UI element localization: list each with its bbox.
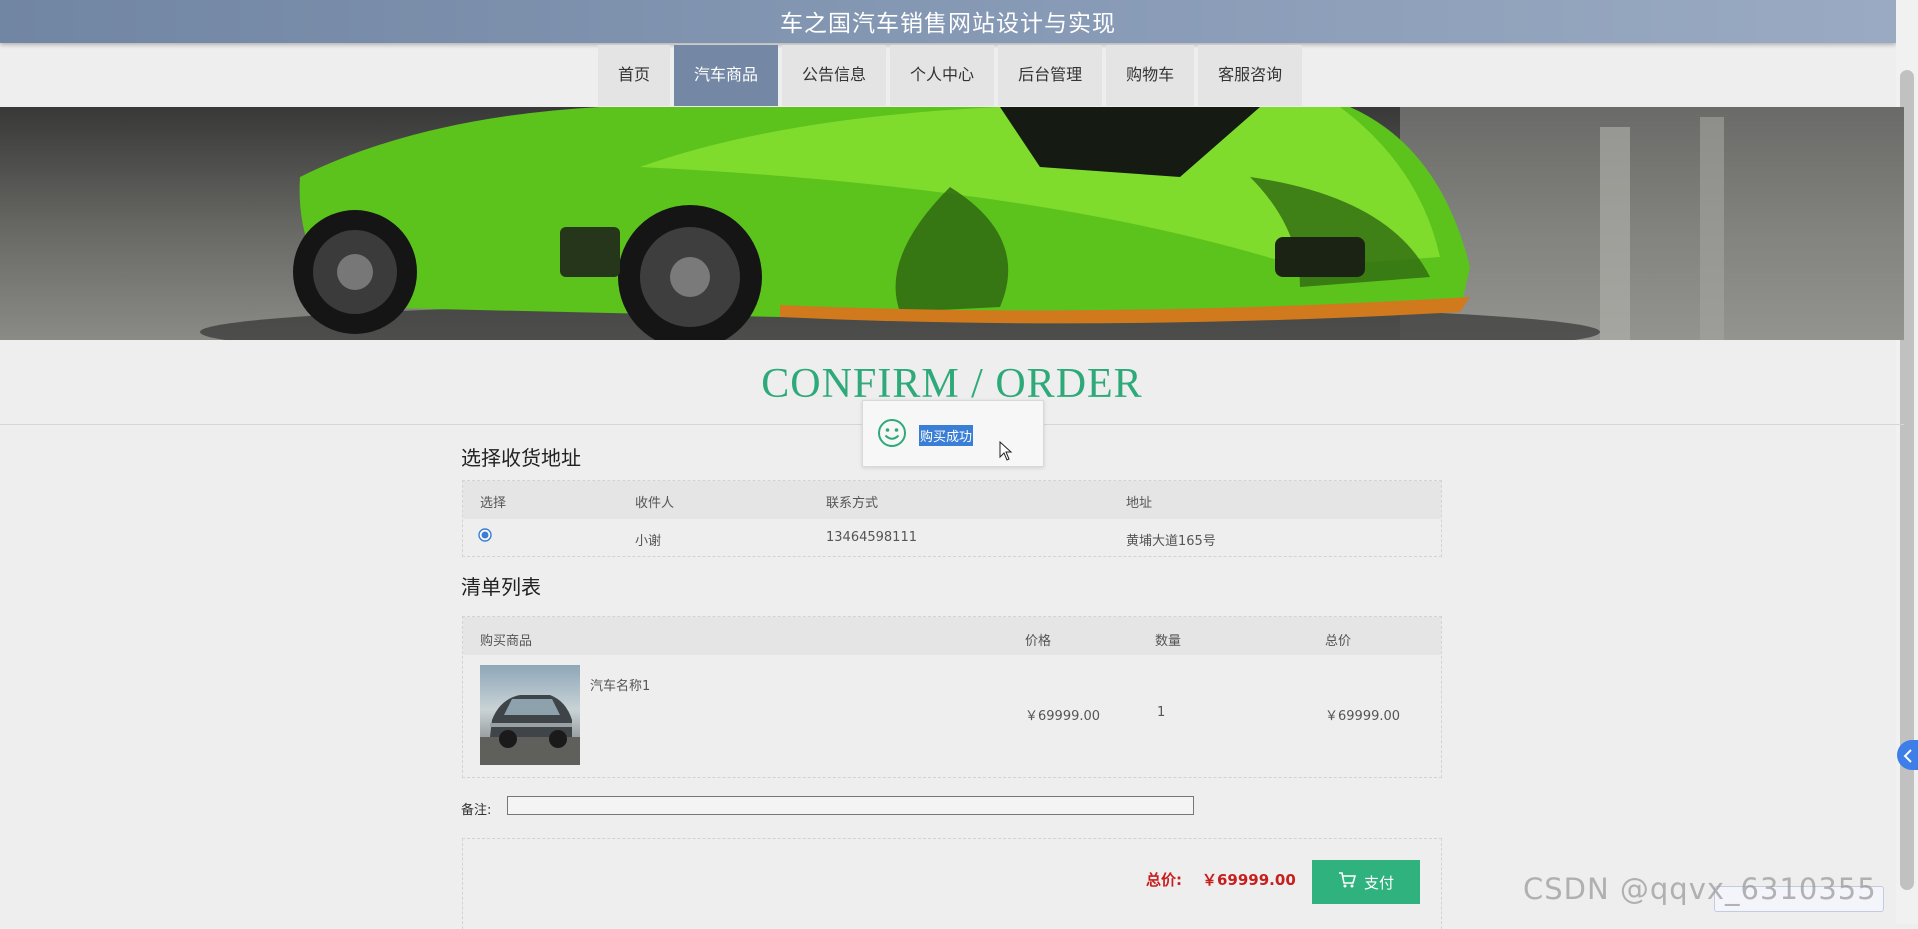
nav-item-customer-service[interactable]: 客服咨询 [1198,45,1303,106]
banner-car-image [200,107,1904,340]
nav-item-cart[interactable]: 购物车 [1106,45,1195,106]
success-toast: 购买成功 [862,400,1044,467]
address-section-title: 选择收货地址 [461,446,581,470]
main-nav: 首页 汽车商品 公告信息 个人中心 后台管理 购物车 客服咨询 [598,45,1303,106]
column-header: 价格 [1025,634,1052,649]
nav-item-personal-center[interactable]: 个人中心 [890,45,995,106]
product-price: ￥69999.00 [1025,709,1101,724]
column-header: 收件人 [635,496,675,511]
table-header: 选择 收件人 联系方式 地址 [463,481,1441,519]
site-header: 车之国汽车销售网站设计与实现 [0,0,1896,43]
total-value: ￥69999.00 [1202,871,1296,889]
pay-button[interactable]: 支付 [1312,860,1420,904]
toast-message: 购买成功 [919,425,974,446]
recipient-phone: 13464598111 [826,530,917,545]
order-table: 购买商品 价格 数量 总价 汽车名称1 ￥69999.00 1 ￥69999.0… [462,616,1442,778]
product-image[interactable] [480,665,580,765]
chevron-left-icon [1903,748,1913,767]
watermark: CSDN @qqvx_6310355 [1523,872,1877,906]
recipient-name: 小谢 [635,534,662,549]
address-table: 选择 收件人 联系方式 地址 小谢 13464598111 黄埔大道165号 [462,480,1442,557]
order-section-title: 清单列表 [461,575,541,599]
remark-label: 备注: [461,803,492,818]
column-header: 地址 [1126,496,1153,511]
address-select-radio[interactable] [478,528,492,546]
cursor-icon [999,440,1013,465]
remark-input[interactable] [507,796,1194,815]
column-header: 总价 [1325,634,1352,649]
nav-item-announcements[interactable]: 公告信息 [782,45,887,106]
hero-banner [0,107,1904,340]
column-header: 购买商品 [480,634,533,649]
nav-item-car-products[interactable]: 汽车商品 [674,45,779,106]
table-row: 汽车名称1 ￥69999.00 1 ￥69999.00 [463,655,1441,775]
product-quantity: 1 [1157,705,1166,720]
column-header: 联系方式 [826,496,879,511]
table-header: 购买商品 价格 数量 总价 [463,617,1441,655]
cart-icon [1338,872,1357,892]
nav-item-admin[interactable]: 后台管理 [998,45,1103,106]
recipient-address: 黄埔大道165号 [1126,534,1216,549]
product-name[interactable]: 汽车名称1 [590,675,650,694]
total-label: 总价: [1146,871,1182,889]
smile-icon [877,418,907,452]
column-header: 选择 [480,496,507,511]
table-row: 小谢 13464598111 黄埔大道165号 [463,519,1441,556]
pay-button-label: 支付 [1363,873,1394,892]
column-header: 数量 [1155,634,1182,649]
site-title: 车之国汽车销售网站设计与实现 [780,11,1116,37]
product-subtotal: ￥69999.00 [1325,709,1401,724]
nav-item-home[interactable]: 首页 [598,45,671,106]
